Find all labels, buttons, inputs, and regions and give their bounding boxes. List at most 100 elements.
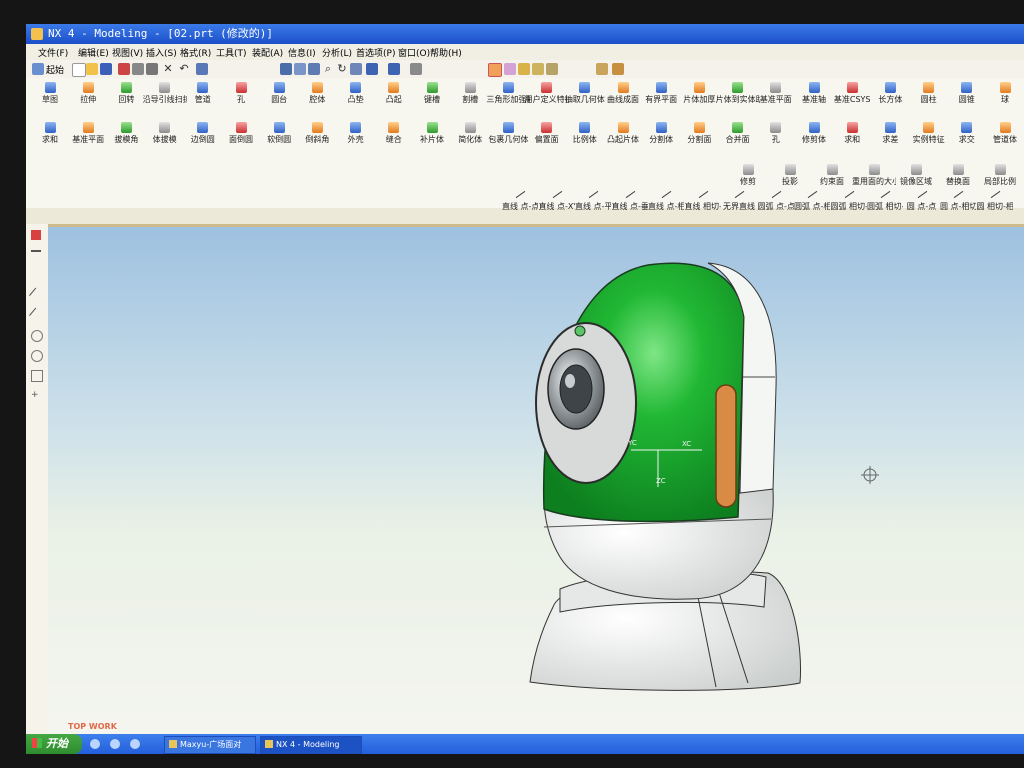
sketch-tool-button[interactable]: 直线 点-垂直 xyxy=(612,188,648,211)
sketch-tool-button[interactable]: 直线 点-XYZ xyxy=(539,188,575,211)
sketch-tool-button[interactable]: 圆 点-相切 xyxy=(940,188,976,211)
menu-format[interactable]: 格式(R) xyxy=(180,46,211,59)
feature-icon xyxy=(44,82,56,93)
nx-app-icon xyxy=(31,28,43,40)
feature-icon xyxy=(159,82,171,93)
workplane-icon[interactable] xyxy=(596,63,608,75)
sketch-tool-button[interactable]: 圆弧 相切-相切 xyxy=(867,188,903,211)
ribbon-button[interactable]: 局部比例 xyxy=(978,164,1022,186)
snap-point-icon[interactable] xyxy=(488,63,502,77)
magnifier-icon[interactable]: ⌕ xyxy=(322,63,334,75)
zoom-icon[interactable] xyxy=(294,63,306,75)
show-desktop-icon[interactable] xyxy=(90,739,100,749)
snap-midpoint-icon[interactable] xyxy=(518,63,530,75)
profile-icon[interactable] xyxy=(31,250,41,262)
new-file-icon[interactable] xyxy=(72,63,86,77)
feature-icon xyxy=(502,82,514,93)
feature-icon xyxy=(868,164,880,175)
rotate-icon[interactable]: ↻ xyxy=(336,63,348,75)
ribbon-button[interactable]: 镜像区域 xyxy=(894,164,938,186)
delete-icon[interactable]: ✕ xyxy=(162,63,174,75)
sketch-tool-label: 圆弧 点-相切 xyxy=(794,202,830,211)
circle-icon[interactable] xyxy=(31,330,43,342)
wcs-label-z: ZC xyxy=(656,477,666,485)
menu-analysis[interactable]: 分析(L) xyxy=(322,46,352,59)
fit-view-icon[interactable] xyxy=(280,63,292,75)
pan-icon[interactable] xyxy=(350,63,362,75)
taskbar-item[interactable]: Maxyu-广场面对 xyxy=(164,736,256,754)
graphics-viewport[interactable]: YC XC ZC TOP WORK xyxy=(48,224,1024,737)
taskbar-item-active[interactable]: NX 4 - Modeling xyxy=(260,736,362,754)
menu-tools[interactable]: 工具(T) xyxy=(216,46,247,59)
menu-info[interactable]: 信息(I) xyxy=(288,46,316,59)
start-icon[interactable] xyxy=(32,63,44,75)
menu-view[interactable]: 视图(V) xyxy=(112,46,143,59)
taskbar-item-label: Maxyu-广场面对 xyxy=(180,740,242,749)
snap-center-icon[interactable] xyxy=(532,63,544,75)
feature-icon xyxy=(82,82,94,93)
ribbon-button[interactable]: 重用面的大小 xyxy=(852,164,896,186)
menu-preferences[interactable]: 首选项(P) xyxy=(356,46,395,59)
curve-tool-icon xyxy=(805,188,819,200)
save-icon[interactable] xyxy=(100,63,112,75)
open-folder-icon[interactable] xyxy=(86,63,98,75)
status-indicator-strip xyxy=(715,384,737,508)
feature-icon xyxy=(159,122,171,133)
sketch-tool-label: 圆 相切-相切 xyxy=(976,202,1013,211)
title-bar[interactable]: NX 4 - Modeling - [02.prt (修改的)] xyxy=(26,24,1024,44)
menu-window[interactable]: 窗口(O) xyxy=(398,46,430,59)
taskbar: 开始 Maxyu-广场面对 NX 4 - Modeling xyxy=(26,734,1024,754)
layer-icon[interactable] xyxy=(410,63,422,75)
sketch-finish-icon[interactable] xyxy=(31,230,41,240)
ribbon-button[interactable]: 球 xyxy=(983,82,1024,104)
sketch-tool-button[interactable]: 圆 点-点 xyxy=(904,188,940,211)
paste-icon[interactable] xyxy=(146,63,158,75)
sketch-tool-button[interactable]: 直线 点-相切 xyxy=(648,188,684,211)
sketch-tool-label: 直线 点-垂直 xyxy=(611,202,648,211)
cut-icon[interactable] xyxy=(118,63,130,75)
menu-assembly[interactable]: 装配(A) xyxy=(252,46,283,59)
sketch-tool-button[interactable]: 直线 相切-相切 xyxy=(685,188,721,211)
ribbon-button-label: 修剪 xyxy=(740,177,756,186)
menu-help[interactable]: 帮助(H) xyxy=(430,46,462,59)
fillet-icon[interactable] xyxy=(31,350,43,362)
menu-edit[interactable]: 编辑(E) xyxy=(78,46,109,59)
feature-icon xyxy=(846,122,858,133)
view-orientation-icon[interactable] xyxy=(388,63,400,75)
zoom-in-out-icon[interactable] xyxy=(308,63,320,75)
arc-icon[interactable] xyxy=(29,307,44,323)
menu-file[interactable]: 文件(F) xyxy=(38,46,68,59)
ribbon-button[interactable]: 修剪 xyxy=(726,164,770,186)
copy-icon[interactable] xyxy=(132,63,144,75)
sketch-tool-label: 直线 点-平行 xyxy=(575,202,611,211)
menu-insert[interactable]: 插入(S) xyxy=(146,46,177,59)
select-filter-icon[interactable] xyxy=(196,63,208,75)
snap-endpoint-icon[interactable] xyxy=(504,63,516,75)
sketch-tool-button[interactable]: 直线 点-点 xyxy=(502,188,538,211)
browser-icon[interactable] xyxy=(110,739,120,749)
lens-reflection xyxy=(565,374,575,388)
point-icon[interactable]: + xyxy=(31,390,41,400)
ribbon-button[interactable]: 管道体 xyxy=(983,122,1024,144)
sketch-tool-button[interactable]: 圆 相切-相切 xyxy=(977,188,1013,211)
sketch-tool-button[interactable]: 圆弧 相切-相切 xyxy=(831,188,867,211)
sketch-tool-button[interactable]: 圆弧 点-点 xyxy=(758,188,794,211)
ribbon-button[interactable]: 替换面 xyxy=(936,164,980,186)
orient-csys-icon[interactable] xyxy=(612,63,624,75)
camera-model: YC XC ZC xyxy=(529,262,879,691)
undo-icon[interactable]: ↶ xyxy=(178,63,190,75)
sketch-tool-button[interactable]: 无界直线 xyxy=(721,188,757,211)
crosshair-cursor-icon xyxy=(861,466,879,484)
ribbon-button-label: 镜像区域 xyxy=(900,177,932,186)
snap-intersection-icon[interactable] xyxy=(546,63,558,75)
start-dropdown[interactable]: 起始 xyxy=(46,63,64,76)
render-style-icon[interactable] xyxy=(366,63,378,75)
sketch-tool-button[interactable]: 直线 点-平行 xyxy=(575,188,611,211)
line-icon[interactable] xyxy=(29,287,44,303)
ribbon-button[interactable]: 约束面 xyxy=(810,164,854,186)
media-icon[interactable] xyxy=(130,739,140,749)
sketch-tool-button[interactable]: 圆弧 点-相切 xyxy=(794,188,830,211)
rectangle-icon[interactable] xyxy=(31,370,43,382)
ribbon-button[interactable]: 投影 xyxy=(768,164,812,186)
start-button[interactable]: 开始 xyxy=(26,734,82,754)
